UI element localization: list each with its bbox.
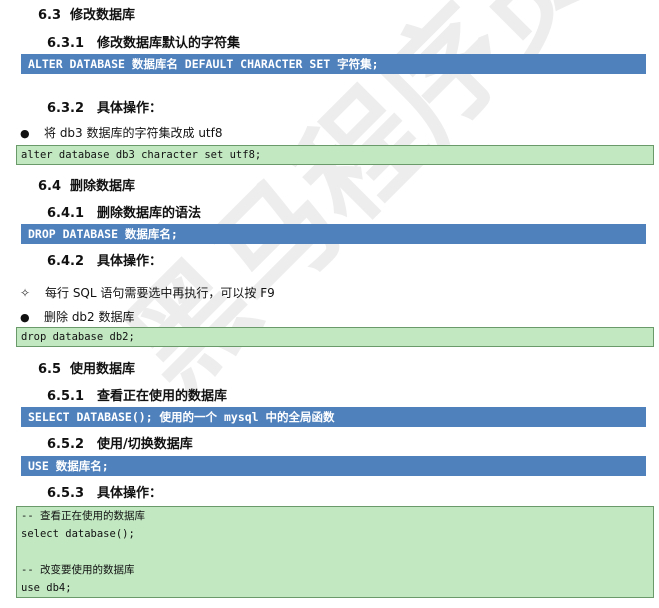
bullet-text: 将 db3 数据库的字符集改成 utf8	[44, 126, 223, 140]
document-page: 黑马程序员JavaEE学院 6.3修改数据库 6.3.1修改数据库默认的字符集 …	[0, 0, 659, 608]
section-title: 使用/切换数据库	[97, 437, 193, 452]
tip-text: 每行 SQL 语句需要选中再执行，可以按 F9	[45, 286, 275, 300]
syntax-bar-alter-database: ALTER DATABASE 数据库名 DEFAULT CHARACTER SE…	[21, 54, 646, 74]
section-number: 6.3.2	[47, 101, 85, 116]
heading-6-4: 6.4 删除数据库	[38, 175, 135, 194]
section-title: 具体操作：	[97, 486, 163, 501]
section-number: 6.3	[38, 8, 62, 23]
section-title: 查看正在使用的数据库	[97, 389, 228, 404]
syntax-bar-use-database: USE 数据库名;	[21, 456, 646, 476]
heading-6-4-1: 6.4.1 删除数据库的语法	[47, 202, 201, 221]
code-line: alter database db3 character set utf8;	[21, 149, 262, 161]
syntax-bar-select-database: SELECT DATABASE(); 使用的一个 mysql 中的全局函数	[21, 407, 646, 427]
section-number: 6.5.2	[47, 437, 85, 452]
heading-6-3-1: 6.3.1 修改数据库默认的字符集	[47, 32, 240, 51]
heading-6-5-3: 6.5.3 具体操作：	[47, 482, 162, 501]
heading-6-5-2: 6.5.2 使用/切换数据库	[47, 433, 193, 452]
syntax-bar-drop-database: DROP DATABASE 数据库名;	[21, 224, 646, 244]
section-number: 6.5.1	[47, 389, 85, 404]
section-title: 删除数据库	[70, 179, 136, 194]
code-line: use db4;	[21, 582, 72, 594]
code-comment-line: -- 查看正在使用的数据库	[21, 510, 145, 522]
code-block-alter: alter database db3 character set utf8;	[16, 145, 654, 165]
section-title: 具体操作：	[97, 254, 163, 269]
section-title: 修改数据库	[70, 8, 136, 23]
bullet-icon: ●	[20, 127, 30, 140]
heading-6-3: 6.3 修改数据库	[38, 4, 135, 23]
code-block-use: -- 查看正在使用的数据库 select database(); -- 改变要使…	[16, 506, 654, 598]
section-title: 使用数据库	[70, 362, 136, 377]
heading-6-4-2: 6.4.2 具体操作：	[47, 250, 162, 269]
section-title: 删除数据库的语法	[97, 206, 202, 221]
heading-6-3-2: 6.3.2 具体操作：	[47, 97, 162, 116]
tip-item-f9: ✧ 每行 SQL 语句需要选中再执行，可以按 F9	[20, 284, 275, 301]
section-number: 6.4.2	[47, 254, 85, 269]
bullet-item-change-charset: ● 将 db3 数据库的字符集改成 utf8	[20, 124, 222, 141]
section-number: 6.4	[38, 179, 62, 194]
heading-6-5-1: 6.5.1 查看正在使用的数据库	[47, 385, 227, 404]
heading-6-5: 6.5 使用数据库	[38, 358, 135, 377]
section-number: 6.5	[38, 362, 62, 377]
code-line: select database();	[21, 528, 135, 540]
bullet-item-delete-db2: ● 删除 db2 数据库	[20, 308, 135, 325]
code-comment-line: -- 改变要使用的数据库	[21, 564, 135, 576]
section-title: 修改数据库默认的字符集	[97, 36, 241, 51]
section-title: 具体操作：	[97, 101, 163, 116]
section-number: 6.5.3	[47, 486, 85, 501]
code-line: drop database db2;	[21, 331, 135, 343]
bullet-icon: ●	[20, 311, 30, 324]
bullet-text: 删除 db2 数据库	[44, 310, 135, 324]
code-block-drop: drop database db2;	[16, 327, 654, 347]
section-number: 6.3.1	[47, 36, 85, 51]
diamond-star-icon: ✧	[20, 286, 31, 300]
section-number: 6.4.1	[47, 206, 85, 221]
